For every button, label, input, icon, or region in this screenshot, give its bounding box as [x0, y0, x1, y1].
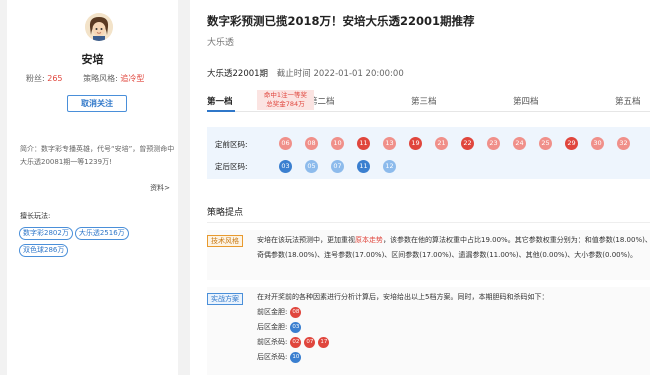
front-ball: 06: [279, 137, 292, 150]
kill-back-row: 后区杀码: 10: [257, 350, 650, 365]
front-ball: 10: [331, 137, 344, 150]
dan-back-label: 后区金胆:: [257, 323, 288, 331]
article-panel: 数字彩预测已揽2018万！安培大乐透22001期推荐 大乐透 大乐透22001期…: [190, 0, 650, 375]
tip-line-2: 总奖金784万: [266, 100, 305, 108]
skills-title: 擅长玩法:: [20, 212, 51, 220]
article-subtitle: 大乐透: [207, 38, 235, 48]
issue-number: 大乐透22001期: [207, 69, 269, 79]
kill-front-ball: 07: [304, 336, 316, 348]
sidebar: 安培 粉丝: 265 策略风格: 追冷型 取消关注 简介：数字彩专播英雄，代号“…: [7, 0, 178, 375]
user-stats: 粉丝: 265 策略风格: 追冷型: [26, 73, 144, 84]
kill-back-balls: 10: [287, 351, 302, 363]
kill-back-ball: 10: [290, 351, 302, 363]
user-name: 安培: [81, 53, 104, 66]
strategy-title: 策略提点: [207, 208, 244, 218]
tab-tier-4[interactable]: 第四档: [513, 95, 539, 107]
dan-back-balls: 03: [287, 321, 302, 333]
tech-style-label: 技术风格: [207, 235, 243, 247]
style-value: 追冷型: [120, 74, 145, 83]
front-ball: 32: [617, 137, 630, 150]
dan-back-ball: 03: [290, 321, 302, 333]
unfollow-button[interactable]: 取消关注: [67, 95, 127, 112]
front-ball: 21: [435, 137, 448, 150]
kill-front-balls: 02 07 17: [287, 336, 330, 348]
tech-text-part-1: 安培在该玩法预测中，更加重视: [257, 236, 355, 244]
plan-label: 实战方案: [207, 293, 243, 305]
back-ball: 05: [305, 160, 318, 173]
dan-front-row: 前区金胆: 08: [257, 305, 650, 320]
tip-line-1: 命中1注一等奖: [263, 91, 308, 99]
back-ball: 03: [279, 160, 292, 173]
tab-tier-3[interactable]: 第三档: [411, 95, 437, 107]
deadline: 截止时间 2022-01-01 20:00:00: [276, 69, 404, 79]
front-ball: 11: [357, 137, 370, 150]
win-tip-badge: 命中1注一等奖 总奖金784万: [257, 90, 314, 110]
kill-front-ball: 17: [318, 336, 330, 348]
front-ball: 29: [565, 137, 578, 150]
kill-front-label: 前区杀码:: [257, 338, 288, 346]
user-intro: 简介：数字彩专播英雄，代号“安培”，曾预测命中大乐透20081期一等1239万!: [20, 145, 175, 166]
tab-tier-5[interactable]: 第五档: [615, 95, 641, 107]
article-title: 数字彩预测已揽2018万！安培大乐透22001期推荐: [207, 14, 475, 28]
tech-style-box: 技术风格 安培在该玩法预测中，更加重视原本走势，该参数在他的算法权重中占比19.…: [207, 230, 650, 280]
skill-tags: 数字彩2802万 大乐透2516万双色球286万: [19, 227, 179, 261]
issue-line: 大乐透22001期 截止时间 2022-01-01 20:00:00: [207, 67, 404, 79]
fans-label: 粉丝:: [26, 74, 45, 83]
active-tab-underline: [207, 110, 235, 112]
back-zone-label: 定后区码:: [215, 162, 248, 171]
tech-highlight: 原本走势: [355, 236, 383, 244]
dan-front-balls: 08: [287, 306, 302, 318]
front-ball: 24: [513, 137, 526, 150]
back-ball: 12: [383, 160, 396, 173]
front-ball: 13: [383, 137, 396, 150]
kill-front-row: 前区杀码: 02 07 17: [257, 335, 650, 350]
front-ball: 08: [305, 137, 318, 150]
plan-text: 在对开奖前的各种因素进行分析计算后，安培给出以上5档方案。同时，本期胆码和杀码如…: [257, 290, 650, 365]
front-zone-label: 定前区码:: [215, 140, 248, 149]
tab-tier-1[interactable]: 第一档: [207, 95, 233, 107]
skill-tag[interactable]: 大乐透2516万: [74, 227, 129, 240]
front-ball: 22: [461, 137, 474, 150]
tabs-divider: [207, 111, 650, 112]
number-panel: 定前区码: 06 08 10 11 13 19 21 22 23 24 25 29 30 32 定后区码:…: [207, 127, 650, 179]
front-ball: 25: [539, 137, 552, 150]
dan-back-row: 后区金胆: 03: [257, 320, 650, 335]
dan-front-ball: 08: [290, 306, 302, 318]
plan-description: 在对开奖前的各种因素进行分析计算后，安培给出以上5档方案。同时，本期胆码和杀码如…: [257, 293, 549, 301]
fans-count: 265: [47, 74, 63, 83]
front-ball: 30: [591, 137, 604, 150]
skill-tag[interactable]: 双色球286万: [19, 244, 69, 257]
front-ball: 23: [487, 137, 500, 150]
kill-front-ball: 02: [290, 336, 302, 348]
profile-more-link[interactable]: 资料>: [150, 183, 170, 193]
front-ball: 19: [409, 137, 422, 150]
dan-front-label: 前区金胆:: [257, 308, 288, 316]
plan-box: 实战方案 在对开奖前的各种因素进行分析计算后，安培给出以上5档方案。同时，本期胆…: [207, 287, 650, 375]
back-ball: 07: [331, 160, 344, 173]
kill-back-label: 后区杀码:: [257, 353, 288, 361]
tier-tabs: 第一档 第二档 第三档 第四档 第五档 命中1注一等奖 总奖金784万: [207, 90, 650, 117]
skill-tag[interactable]: 数字彩2802万: [19, 227, 73, 240]
avatar[interactable]: [85, 13, 113, 41]
tech-style-text: 安培在该玩法预测中，更加重视原本走势，该参数在他的算法权重中占比19.00%。其…: [257, 233, 650, 263]
back-ball: 11: [357, 160, 370, 173]
style-label: 策略风格:: [83, 74, 118, 83]
section-divider: [207, 222, 650, 223]
